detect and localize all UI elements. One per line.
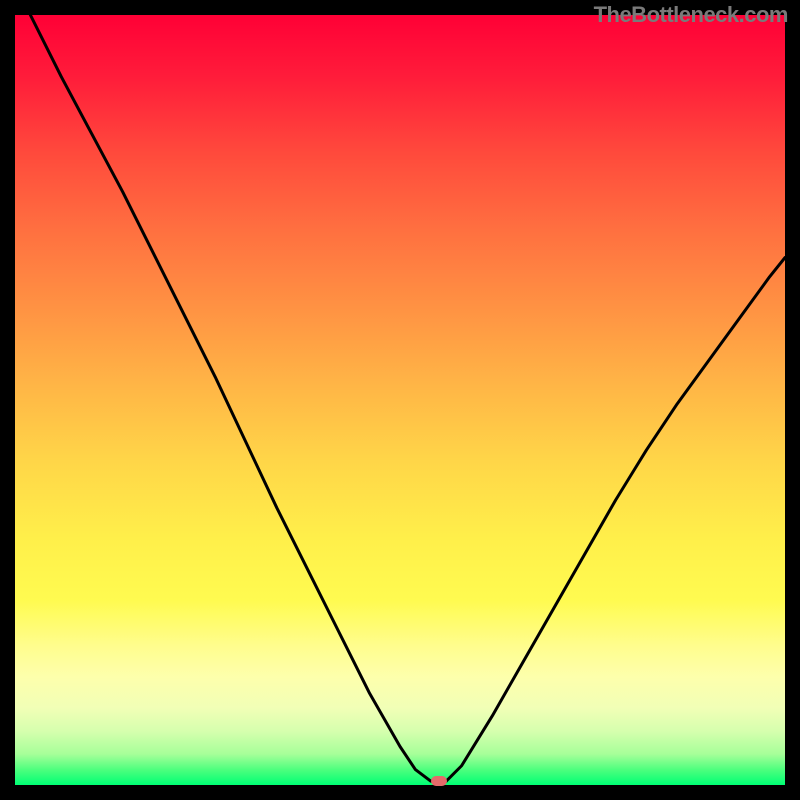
watermark-label: TheBottleneck.com	[594, 2, 788, 28]
bottleneck-curve	[15, 15, 785, 785]
optimal-marker	[431, 776, 447, 786]
chart-frame: TheBottleneck.com	[0, 0, 800, 800]
plot-area	[15, 15, 785, 785]
